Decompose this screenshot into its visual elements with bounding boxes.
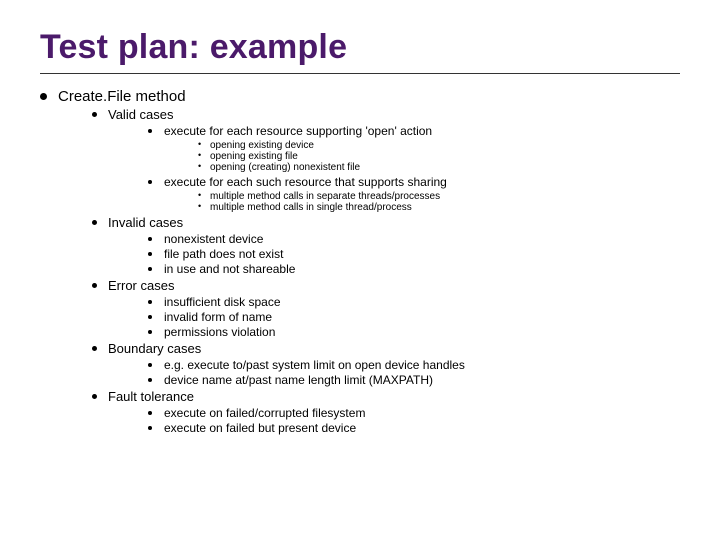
- outline-level-4: opening existing deviceopening existing …: [164, 140, 680, 173]
- l3-label: nonexistent device: [164, 232, 263, 246]
- section-label: Valid cases: [108, 107, 174, 122]
- l3-label: execute on failed but present device: [164, 421, 356, 435]
- section-item: Valid cases execute for each resource sup…: [92, 107, 680, 213]
- l3-item: execute for each such resource that supp…: [148, 175, 680, 213]
- l3-item: nonexistent device: [148, 232, 680, 246]
- l3-item: execute on failed but present device: [148, 421, 680, 435]
- l3-label: device name at/past name length limit (M…: [164, 373, 433, 387]
- l4-label: opening existing file: [210, 151, 298, 162]
- section-item: Boundary cases e.g. execute to/past syste…: [92, 341, 680, 387]
- l3-item: execute on failed/corrupted filesystem: [148, 406, 680, 420]
- l3-item: permissions violation: [148, 325, 680, 339]
- outline-level-3: execute for each resource supporting 'op…: [108, 124, 680, 213]
- l3-label: insufficient disk space: [164, 295, 281, 309]
- l3-item: e.g. execute to/past system limit on ope…: [148, 358, 680, 372]
- l3-label: in use and not shareable: [164, 262, 295, 276]
- outline-level-3: nonexistent devicefile path does not exi…: [108, 232, 680, 276]
- section-item: Error cases insufficient disk spaceinvali…: [92, 278, 680, 339]
- l1-item: Create.File method Valid cases execute fo…: [40, 88, 680, 435]
- l4-item: multiple method calls in single thread/p…: [198, 202, 680, 213]
- l3-item: insufficient disk space: [148, 295, 680, 309]
- section-label: Error cases: [108, 278, 174, 293]
- outline-level-3: execute on failed/corrupted filesystemex…: [108, 406, 680, 435]
- outline-level-3: insufficient disk spaceinvalid form of n…: [108, 295, 680, 339]
- l3-label: file path does not exist: [164, 247, 283, 261]
- section-label: Invalid cases: [108, 215, 183, 230]
- l3-label: invalid form of name: [164, 310, 272, 324]
- slide: Test plan: example Create.File method Va…: [0, 0, 720, 540]
- slide-title: Test plan: example: [40, 28, 680, 67]
- l4-item: opening (creating) nonexistent file: [198, 162, 680, 173]
- l4-item: opening existing device: [198, 140, 680, 151]
- l3-item: invalid form of name: [148, 310, 680, 324]
- outline-level-4: multiple method calls in separate thread…: [164, 191, 680, 213]
- l3-label: execute on failed/corrupted filesystem: [164, 406, 365, 420]
- l1-label: Create.File method: [58, 88, 186, 105]
- l4-item: multiple method calls in separate thread…: [198, 191, 680, 202]
- outline-level-1: Create.File method Valid cases execute fo…: [40, 88, 680, 435]
- outline-level-2: Valid cases execute for each resource sup…: [58, 107, 680, 435]
- l3-label: execute for each resource supporting 'op…: [164, 124, 432, 138]
- l3-label: execute for each such resource that supp…: [164, 175, 447, 189]
- section-item: Invalid cases nonexistent devicefile path…: [92, 215, 680, 276]
- section-label: Boundary cases: [108, 341, 201, 356]
- l3-label: permissions violation: [164, 325, 275, 339]
- l3-item: execute for each resource supporting 'op…: [148, 124, 680, 173]
- l3-item: file path does not exist: [148, 247, 680, 261]
- l3-item: in use and not shareable: [148, 262, 680, 276]
- l4-label: multiple method calls in separate thread…: [210, 191, 440, 202]
- l3-label: e.g. execute to/past system limit on ope…: [164, 358, 465, 372]
- section-item: Fault tolerance execute on failed/corrupt…: [92, 389, 680, 435]
- l4-label: opening (creating) nonexistent file: [210, 162, 360, 173]
- l3-item: device name at/past name length limit (M…: [148, 373, 680, 387]
- l4-label: multiple method calls in single thread/p…: [210, 202, 412, 213]
- l4-label: opening existing device: [210, 140, 314, 151]
- outline-level-3: e.g. execute to/past system limit on ope…: [108, 358, 680, 387]
- title-rule: [40, 73, 680, 74]
- section-label: Fault tolerance: [108, 389, 194, 404]
- l4-item: opening existing file: [198, 151, 680, 162]
